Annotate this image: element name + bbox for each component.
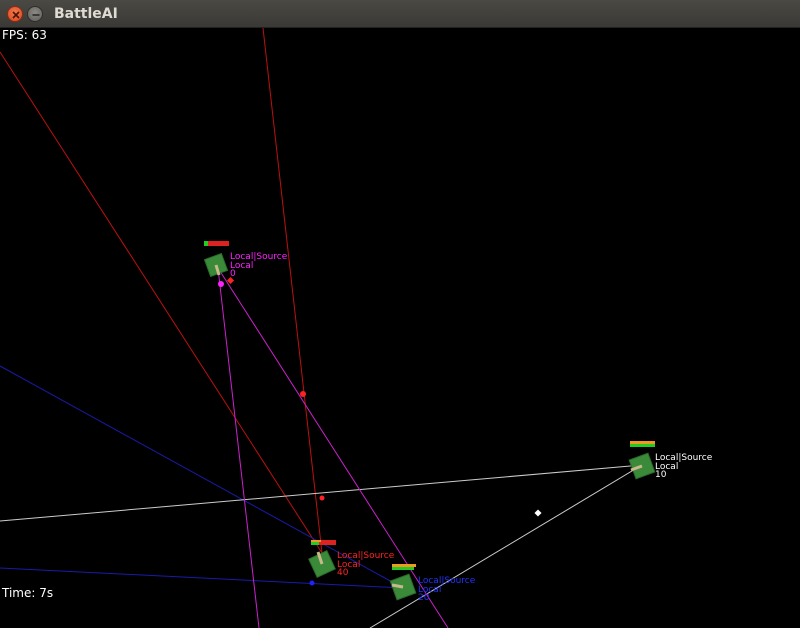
tank-blue[interactable]: [389, 564, 417, 601]
projectile-blue: [309, 580, 315, 586]
health-bar-red-fill: [311, 540, 321, 542]
minimize-icon: [32, 14, 40, 16]
laser-line-white-1: [0, 464, 643, 522]
unit-score-white: 10: [655, 470, 667, 480]
tank-white[interactable]: [628, 441, 656, 480]
unit-score-blue: 20: [418, 593, 430, 603]
unit-label-red: Local|Source Local 40: [337, 551, 395, 578]
unit-score-red: 40: [337, 568, 349, 578]
close-button[interactable]: [7, 6, 23, 22]
projectile-white: [534, 509, 542, 517]
unit-score-magenta: 0: [230, 269, 236, 279]
health-bar-magenta-fill: [204, 241, 208, 246]
close-icon: [12, 11, 20, 19]
minimize-button[interactable]: [27, 6, 43, 22]
health-bar-red-fill-2: [311, 542, 319, 545]
window-title: BattleAI: [54, 6, 118, 22]
elapsed-time: Time: 7s: [2, 586, 54, 600]
tank-red[interactable]: [308, 540, 336, 578]
projectile-red: [300, 391, 306, 397]
projectile-red: [319, 495, 325, 501]
health-bar-blue: [392, 564, 416, 567]
unit-label-white: Local|Source Local 10: [655, 453, 713, 480]
health-bar-blue-fill: [392, 567, 414, 570]
health-bar-white: [630, 441, 655, 444]
game-window: BattleAI Local|Source Local 0 Local|Sour…: [0, 0, 800, 628]
unit-label-magenta: Local|Source Local 0: [230, 252, 288, 279]
title-bar[interactable]: BattleAI: [0, 0, 800, 28]
tank-magenta[interactable]: [203, 241, 229, 278]
arena-canvas: Local|Source Local 0 Local|Source Local …: [0, 28, 713, 628]
unit-label-blue: Local|Source Local 20: [418, 576, 476, 603]
health-bar-white-fill: [630, 444, 655, 447]
projectile-magenta: [218, 281, 224, 287]
battle-arena[interactable]: Local|Source Local 0 Local|Source Local …: [0, 28, 800, 628]
tank-barrel-blue: [391, 583, 404, 589]
fps-counter: FPS: 63: [2, 28, 47, 42]
laser-line-white-2: [369, 464, 643, 628]
